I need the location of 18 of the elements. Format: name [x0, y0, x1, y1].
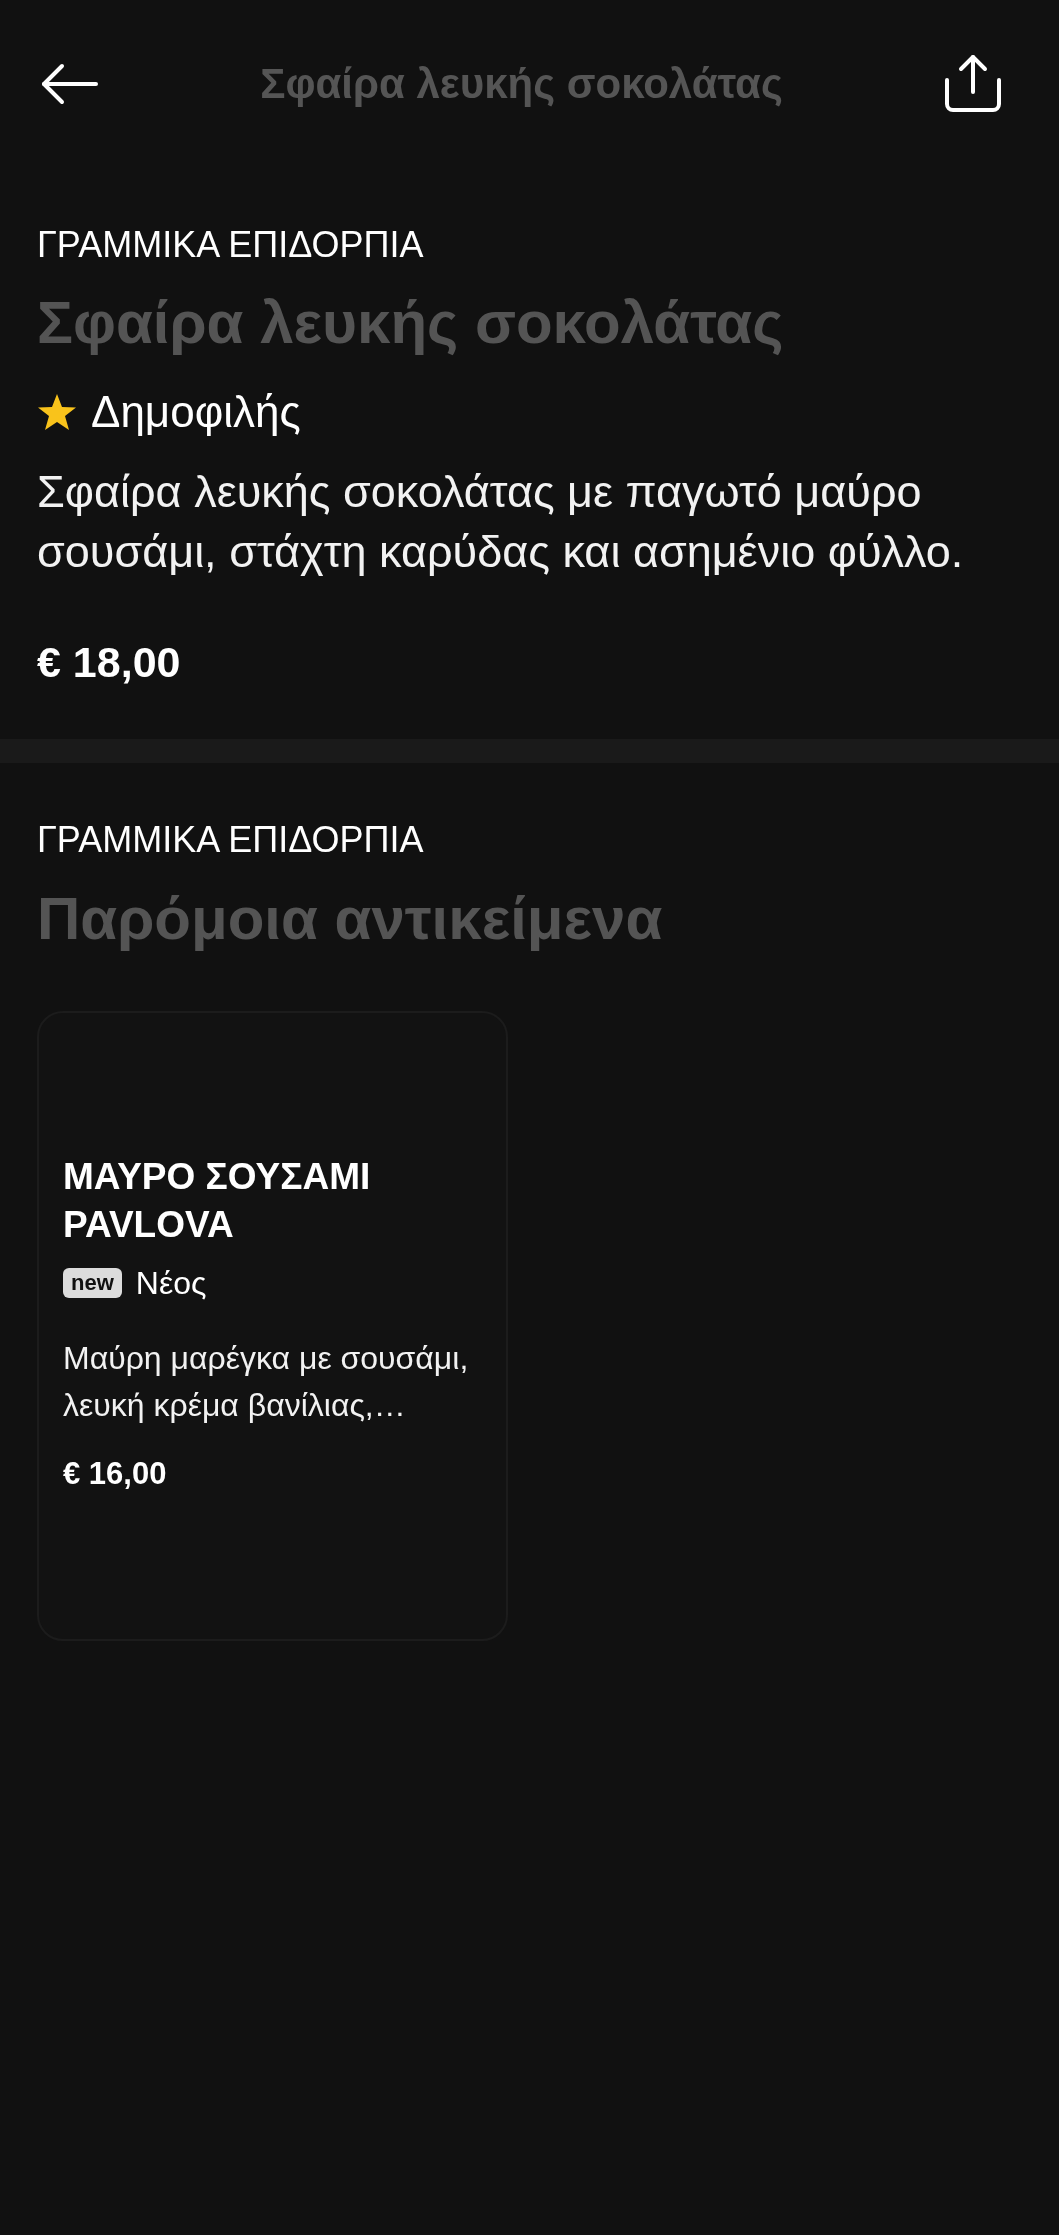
- header-title: Σφαίρα λευκής σοκολάτας: [260, 60, 783, 108]
- card-description: Μαύρη μαρέγκα με σουσάμι, λευκή κρέμα βανίλιας,…: [63, 1339, 470, 1425]
- card-price: € 16,00: [63, 1455, 167, 1493]
- product-price: € 18,00: [37, 637, 181, 687]
- share-button[interactable]: [943, 54, 1003, 114]
- star-icon: [37, 393, 77, 431]
- product-title: Σφαίρα λευκής σοκολάτας: [37, 288, 784, 358]
- back-button[interactable]: [40, 62, 100, 106]
- tag-label: Δημοφιλής: [91, 387, 301, 437]
- product-description: Σφαίρα λευκής σοκολάτας με παγωτό μαύρο σουσάμι, στάχτη καρύδας και ασημένιο φύλλο.: [37, 465, 965, 579]
- new-badge: new: [63, 1268, 122, 1298]
- section-title: Παρόμοια αντικείμενα: [37, 884, 663, 954]
- category-label: ΓΡΑΜΜΙΚΑ ΕΠΙΔΟΡΠΙΑ: [37, 820, 424, 860]
- product-card[interactable]: ΜΑΥΡΟ ΣΟΥΣΑΜΙ PAVLOVA new Νέος Μαύρη μαρέγκα με σουσάμι, λευκή κρέμα βανίλιας,… € 16,00: [37, 1011, 508, 1641]
- tag-label: Νέος: [135, 1265, 207, 1301]
- share-icon: [943, 54, 1003, 114]
- card-title: ΜΑΥΡΟ ΣΟΥΣΑΜΙ PAVLOVA: [63, 1155, 372, 1247]
- category-label: ΓΡΑΜΜΙΚΑ ΕΠΙΔΟΡΠΙΑ: [37, 225, 424, 265]
